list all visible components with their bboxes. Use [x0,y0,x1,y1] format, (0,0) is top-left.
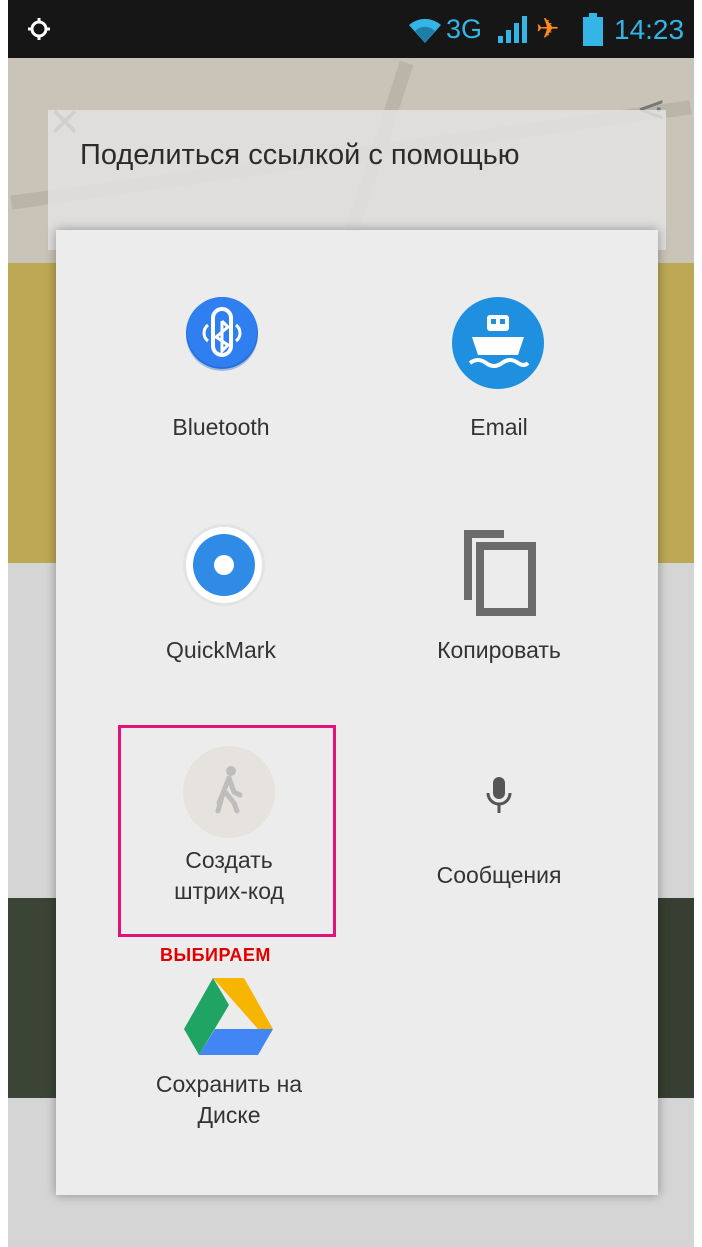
share-option-label: Копировать [437,637,561,663]
battery-icon [583,13,603,46]
quickmark-icon [183,524,265,606]
gps-icon [28,18,50,40]
share-option-label: Bluetooth [172,414,270,440]
share-option-label: Сохранить на Диске [155,1071,303,1128]
airplane-icon: ✈ [536,13,560,44]
wifi-icon [409,18,441,43]
clock: 14:23 [614,14,685,45]
phone-screen: ✕ ⋖ 3G ✈ 14:23 Поделиться ссылкой с [8,0,694,1247]
share-option-label: Сообщения [436,862,562,888]
share-option-quickmark[interactable]: QuickMark [86,523,356,666]
share-option-label: QuickMark [166,637,276,663]
network-type: 3G [446,14,483,44]
share-option-email[interactable]: Email [364,295,634,443]
share-option-messages[interactable]: Сообщения [364,770,634,891]
annotation-label: ВЫБИРАЕМ [160,945,271,965]
share-option-copy[interactable]: Копировать [364,520,634,666]
signal-icon [498,16,527,43]
bluetooth-icon [186,297,258,371]
share-dialog-header [48,110,666,250]
share-option-bluetooth[interactable]: Bluetooth [86,295,356,443]
highlight-frame [118,725,336,937]
status-bar: 3G ✈ 14:23 [8,0,694,58]
microphone-icon [486,777,512,813]
ship-icon [452,297,544,389]
google-drive-icon [184,978,273,1055]
share-option-save-to-drive[interactable]: Сохранить на Диске [94,975,364,1131]
share-option-label: Email [470,414,528,440]
dialog-title: Поделиться ссылкой с помощью [80,139,520,171]
copy-icon [464,530,536,616]
